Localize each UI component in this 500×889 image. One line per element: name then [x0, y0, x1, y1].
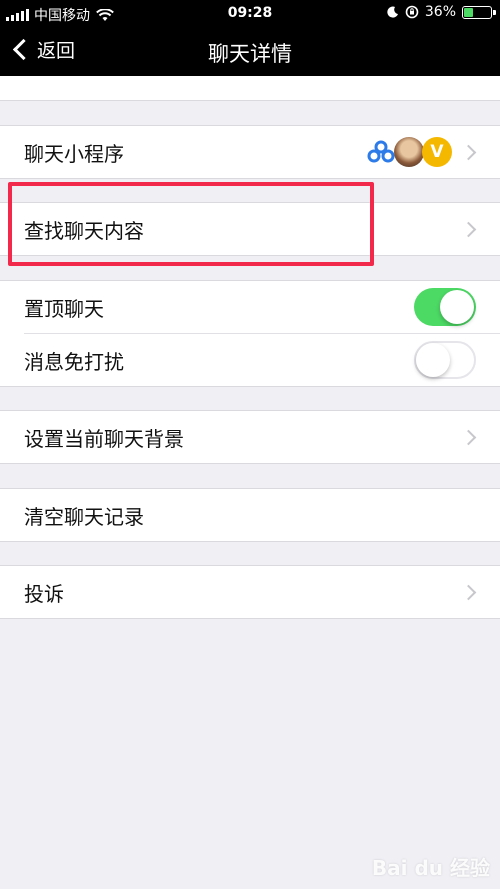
- row-mute: 消息免打扰: [0, 334, 500, 386]
- moon-icon: [387, 6, 398, 18]
- watermark: Bai du 经验: [371, 856, 490, 880]
- row-label: 消息免打扰: [24, 349, 124, 374]
- status-bar: 中国移动 09:28 36%: [0, 0, 500, 28]
- scrolled-group-remnant: [0, 76, 500, 101]
- status-right: 36%: [387, 4, 496, 20]
- v-badge-icon: V: [422, 137, 452, 167]
- row-pin-chat: 置顶聊天: [0, 281, 500, 333]
- chevron-right-icon: [460, 144, 477, 160]
- pin-chat-toggle[interactable]: [414, 288, 476, 326]
- row-label: 置顶聊天: [24, 296, 104, 321]
- mini-program-app-icon: [366, 137, 396, 167]
- chevron-right-icon: [460, 221, 477, 237]
- rotation-lock-icon: [405, 5, 419, 19]
- battery-percent: 36%: [424, 4, 456, 20]
- battery-icon: [462, 5, 496, 19]
- group-clear-history: 清空聊天记录: [0, 488, 500, 542]
- navigation-bar: 返回 聊天详情: [0, 28, 500, 76]
- group-mini-programs: 聊天小程序 V: [0, 125, 500, 179]
- row-set-chat-background[interactable]: 设置当前聊天背景: [0, 411, 500, 463]
- game-avatar-icon: [394, 137, 424, 167]
- page-title: 聊天详情: [208, 42, 292, 66]
- row-clear-chat-history[interactable]: 清空聊天记录: [0, 489, 500, 541]
- row-mini-programs[interactable]: 聊天小程序 V: [0, 126, 500, 178]
- group-report: 投诉: [0, 565, 500, 619]
- row-label: 投诉: [24, 581, 64, 606]
- group-background: 设置当前聊天背景: [0, 410, 500, 464]
- chevron-right-icon: [460, 584, 477, 600]
- mute-toggle[interactable]: [414, 341, 476, 379]
- row-label: 清空聊天记录: [24, 504, 144, 529]
- row-report[interactable]: 投诉: [0, 566, 500, 618]
- row-label: 聊天小程序: [24, 141, 124, 166]
- battery-fill: [464, 7, 473, 17]
- chevron-right-icon: [460, 429, 477, 445]
- row-label: 设置当前聊天背景: [24, 426, 184, 451]
- highlight-box: [8, 182, 374, 266]
- mini-program-icons: V: [366, 137, 452, 167]
- group-toggles: 置顶聊天 消息免打扰: [0, 280, 500, 387]
